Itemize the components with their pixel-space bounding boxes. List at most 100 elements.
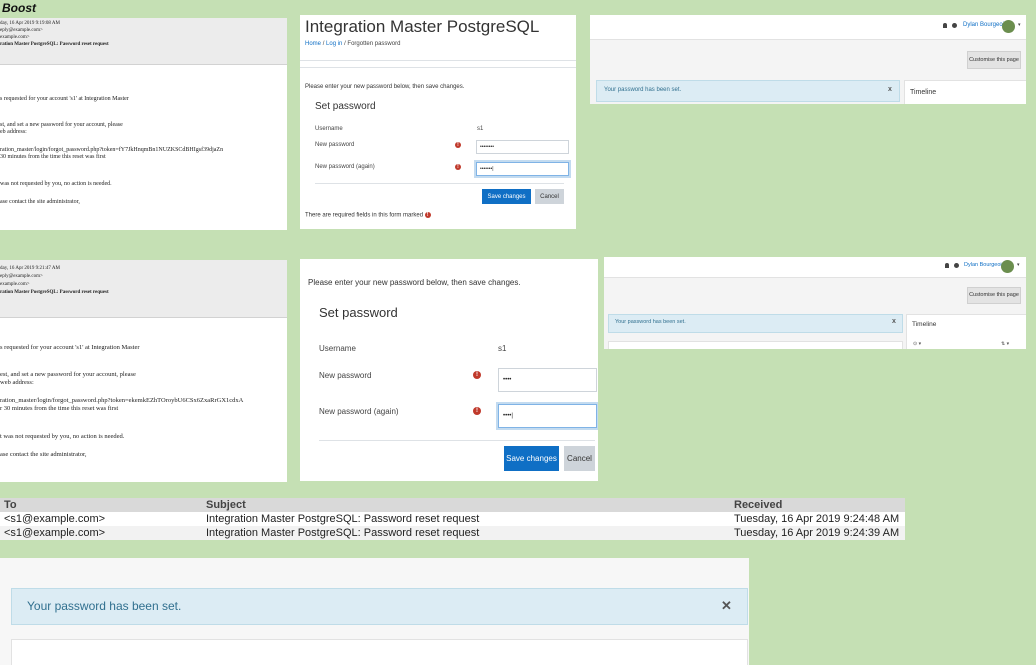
divider (300, 67, 576, 68)
divider (319, 440, 595, 441)
alert-message: Your password has been set. (615, 319, 686, 325)
section-title: Set password (315, 101, 376, 112)
email-reset-link[interactable]: ration_master/login/forgot_password.php?… (0, 147, 223, 153)
instruction-text: Please enter your new password below, th… (305, 84, 465, 90)
timeline-filter-dropdown[interactable]: ⊙ ▾ (913, 341, 921, 347)
email-line: web address: (0, 379, 34, 386)
timeline-block: Timeline (904, 80, 1026, 104)
cell-to: <s1@example.com> (0, 512, 202, 526)
email-message-1: day, 16 Apr 2019 9:19:08 AM eply@example… (0, 18, 287, 230)
required-note-text: There are required fields in this form m… (305, 212, 424, 219)
username-label: Username (315, 126, 343, 132)
breadcrumb-separator: / (322, 41, 325, 47)
required-note: There are required fields in this form m… (305, 212, 431, 219)
user-avatar[interactable] (1001, 260, 1014, 273)
email-from: eply@example.com> (0, 274, 43, 279)
email-line: r 30 minutes from the time this reset wa… (0, 405, 119, 412)
section-title: Set password (319, 305, 398, 320)
column-header-to[interactable]: To (0, 498, 202, 512)
cell-received: Tuesday, 16 Apr 2019 9:24:48 AM (730, 512, 905, 526)
table-row[interactable]: <s1@example.com> Integration Master Post… (0, 512, 905, 526)
cell-to: <s1@example.com> (0, 526, 202, 540)
alert-message: Your password has been set. (27, 599, 182, 613)
breadcrumb: Home / Log in / Forgotten password (305, 41, 400, 47)
email-date: day, 16 Apr 2019 9:21:47 AM (0, 266, 60, 271)
email-date: day, 16 Apr 2019 9:19:08 AM (0, 21, 60, 26)
email-to: example.com> (0, 282, 30, 287)
user-name-link[interactable]: Dylan Bourgeois (964, 262, 1004, 268)
user-avatar[interactable] (1002, 20, 1015, 33)
email-from: eply@example.com> (0, 28, 43, 33)
cancel-button[interactable]: Cancel (535, 189, 564, 204)
close-alert-icon[interactable]: x (892, 318, 896, 325)
email-header: day, 16 Apr 2019 9:21:47 AM eply@example… (0, 260, 287, 318)
boost-heading: Boost (2, 1, 36, 15)
required-icon: ! (455, 164, 461, 170)
email-message-2: day, 16 Apr 2019 9:21:47 AM eply@example… (0, 260, 287, 482)
required-icon: ! (473, 407, 481, 415)
site-title[interactable]: Integration Master PostgreSQL (305, 17, 539, 37)
table-header-row: To Subject Received (0, 498, 905, 512)
email-line: t was not requested by you, no action is… (0, 433, 125, 440)
table-row[interactable]: <s1@example.com> Integration Master Post… (0, 526, 905, 540)
timeline-sort-dropdown[interactable]: ⇅ ▾ (1001, 341, 1009, 347)
customise-page-button[interactable]: Customise this page (967, 51, 1021, 69)
email-subject: ration Master PostgreSQL: Password reset… (0, 42, 109, 47)
new-password-again-label: New password (again) (315, 164, 375, 170)
username-label: Username (319, 344, 356, 353)
email-to: example.com> (0, 35, 30, 40)
email-line: 30 minutes from the time this reset was … (0, 154, 106, 160)
close-alert-icon[interactable]: x (888, 86, 892, 93)
email-subject: ration Master PostgreSQL: Password reset… (0, 290, 109, 295)
new-password-again-label: New password (again) (319, 407, 399, 416)
user-menu-caret-icon[interactable]: ▾ (1018, 22, 1021, 28)
email-reset-link[interactable]: ration_master/login/forgot_password.php?… (0, 397, 243, 404)
column-header-received[interactable]: Received (730, 498, 905, 512)
cell-received: Tuesday, 16 Apr 2019 9:24:39 AM (730, 526, 905, 540)
email-line: ase contact the site administrator, (0, 451, 87, 458)
password-set-notice-page: Your password has been set. ✕ (0, 558, 749, 665)
navbar (590, 15, 1026, 40)
email-line: eb address: (0, 129, 27, 135)
save-changes-button[interactable]: Save changes (482, 189, 531, 204)
new-password-again-input[interactable]: •••••••| (476, 162, 569, 176)
column-header-subject[interactable]: Subject (202, 498, 730, 512)
bell-icon[interactable] (943, 23, 947, 28)
divider (315, 183, 564, 184)
email-header: day, 16 Apr 2019 9:19:08 AM eply@example… (0, 18, 287, 65)
cancel-button[interactable]: Cancel (564, 446, 595, 471)
dashboard-page-2: Dylan Bourgeois ▾ Customise this page Yo… (604, 257, 1026, 349)
email-line: est, and set a new password for your acc… (0, 371, 136, 378)
set-password-page-1: Integration Master PostgreSQL Home / Log… (300, 15, 576, 229)
cell-subject: Integration Master PostgreSQL: Password … (202, 512, 730, 526)
breadcrumb-current: Forgotten password (347, 41, 401, 47)
email-line: st, and set a new password for your acco… (0, 122, 123, 128)
cell-subject: Integration Master PostgreSQL: Password … (202, 526, 730, 540)
required-icon: ! (473, 371, 481, 379)
timeline-title: Timeline (912, 321, 937, 328)
new-password-again-input[interactable]: ••••| (498, 404, 597, 428)
timeline-block: Timeline ⊙ ▾ ⇅ ▾ (906, 314, 1026, 349)
email-line: ase contact the site administrator, (0, 199, 80, 205)
chat-icon[interactable] (952, 23, 957, 28)
username-value: s1 (477, 126, 484, 132)
breadcrumb-login[interactable]: Log in (326, 41, 342, 47)
mail-list-table: To Subject Received <s1@example.com> Int… (0, 498, 905, 540)
user-name-link[interactable]: Dylan Bourgeois (963, 22, 1007, 28)
chat-icon[interactable] (954, 263, 959, 268)
user-menu-caret-icon[interactable]: ▾ (1017, 262, 1020, 268)
new-password-label: New password (319, 371, 372, 380)
content-block (608, 341, 903, 349)
breadcrumb-home[interactable]: Home (305, 41, 321, 47)
timeline-title: Timeline (910, 89, 937, 96)
divider (300, 60, 576, 61)
customise-page-button[interactable]: Customise this page (967, 287, 1021, 304)
bell-icon[interactable] (945, 263, 949, 268)
new-password-input[interactable]: •••••••• (476, 140, 569, 154)
close-alert-icon[interactable]: ✕ (721, 598, 732, 614)
email-line: was not requested by you, no action is n… (0, 181, 112, 187)
new-password-input[interactable]: •••• (498, 368, 597, 392)
required-icon: ! (424, 212, 431, 218)
save-changes-button[interactable]: Save changes (504, 446, 559, 471)
email-line: s requested for your account 's1' at Int… (0, 96, 129, 102)
